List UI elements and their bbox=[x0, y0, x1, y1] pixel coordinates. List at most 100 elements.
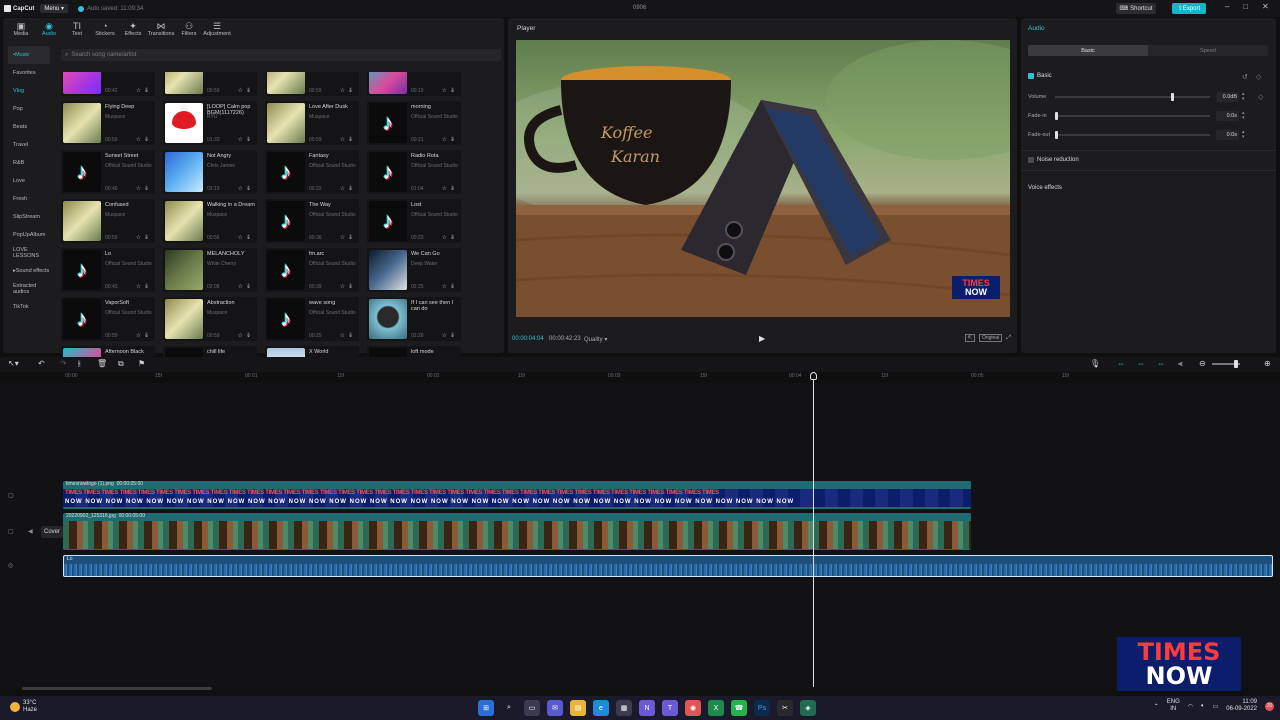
tool-text[interactable]: TI Text bbox=[64, 18, 90, 40]
keyframe-icon[interactable]: ◇ bbox=[1256, 73, 1261, 81]
zoom-in-icon[interactable]: ⊕ bbox=[1264, 359, 1271, 368]
favorite-icon[interactable]: ☆ bbox=[136, 284, 144, 290]
category-slipstream[interactable]: SlipStream bbox=[8, 208, 50, 226]
language-indicator[interactable]: ENG IN bbox=[1167, 699, 1180, 713]
shortcut-button[interactable]: ⌨ Shortcut bbox=[1116, 3, 1156, 14]
favorite-icon[interactable]: ☆ bbox=[340, 186, 348, 192]
download-icon[interactable]: ⇓ bbox=[144, 284, 152, 290]
whatsapp-icon[interactable]: ☎ bbox=[731, 700, 747, 716]
favorite-icon[interactable]: ☆ bbox=[136, 333, 144, 339]
fadein-stepper[interactable]: ▴ ▾ bbox=[1242, 111, 1245, 121]
export-button[interactable]: ⇪ Export bbox=[1172, 3, 1206, 14]
zoom-out-icon[interactable]: ⊖ bbox=[1199, 359, 1206, 368]
favorite-icon[interactable]: ☆ bbox=[442, 137, 450, 143]
play-button[interactable]: ▶ bbox=[759, 334, 765, 343]
photo-clip[interactable]: 20220902_125316.jpg 00:00:05:00 bbox=[63, 513, 971, 550]
download-icon[interactable]: ⇓ bbox=[246, 186, 254, 192]
video-preview[interactable]: Koffee Karan TIMES NOW bbox=[516, 40, 1010, 317]
crop-icon[interactable]: ⧉ bbox=[118, 359, 124, 369]
favorite-icon[interactable]: ☆ bbox=[442, 88, 450, 94]
track-lock-icon[interactable]: ▢ bbox=[8, 492, 14, 499]
tab-basic[interactable]: Basic bbox=[1028, 45, 1148, 56]
fullscreen-icon[interactable]: ⤢ bbox=[1006, 335, 1011, 342]
song-card[interactable]: MELANCHOLY White Cherry 02:08 ☆⇓ bbox=[163, 248, 257, 292]
favorite-icon[interactable]: ☆ bbox=[238, 284, 246, 290]
task-view-icon[interactable]: ▭ bbox=[524, 700, 540, 716]
voice-effects-section[interactable]: Voice effects bbox=[1028, 185, 1062, 191]
favorite-icon[interactable]: ☆ bbox=[340, 137, 348, 143]
edge-icon[interactable]: e bbox=[593, 700, 609, 716]
download-icon[interactable]: ⇓ bbox=[246, 333, 254, 339]
song-card[interactable]: ♪ morning Official Sound Studio 00:21 ☆⇓ bbox=[367, 101, 461, 145]
song-card[interactable]: ♪ fm.arc Official Sound Studio 00:39 ☆⇓ bbox=[265, 248, 359, 292]
link-main-track-icon[interactable]: ⇔ bbox=[1117, 359, 1125, 368]
track-mute-icon[interactable]: ◀︎ bbox=[28, 528, 33, 535]
microphone-icon[interactable]: 🎙︎ bbox=[1090, 359, 1100, 368]
song-card[interactable]: Walking in a Dream Muspace 00:56 ☆⇓ bbox=[163, 199, 257, 243]
tool-media[interactable]: ▣ Media bbox=[8, 18, 34, 40]
tool-adjustment[interactable]: ☰ Adjustment bbox=[203, 18, 231, 40]
category-beats[interactable]: Beats bbox=[8, 118, 50, 136]
wifi-icon[interactable]: ◠ bbox=[1188, 703, 1193, 710]
volume-slider[interactable] bbox=[1055, 93, 1210, 101]
weather-widget[interactable]: 33°C Haze bbox=[10, 700, 37, 714]
aspect-ratio-icon[interactable]: ⇱ bbox=[964, 334, 975, 342]
fadein-slider[interactable] bbox=[1055, 112, 1210, 120]
song-card[interactable]: 00:59 ☆⇓ bbox=[265, 72, 359, 96]
close-button[interactable]: ✕ bbox=[1262, 2, 1269, 11]
category-pop[interactable]: Pop bbox=[8, 100, 50, 118]
song-card[interactable]: Confused Muspace 00:59 ☆⇓ bbox=[61, 199, 155, 243]
download-icon[interactable]: ⇓ bbox=[246, 137, 254, 143]
undo-icon[interactable]: ↶ bbox=[38, 359, 45, 368]
song-card[interactable]: [LOOP] Calm pop BGM(1117226) RYU 01:33 ☆⇓ bbox=[163, 101, 257, 145]
original-ratio-button[interactable]: Original bbox=[978, 334, 1003, 342]
speaker-icon[interactable]: 🔈︎ bbox=[1201, 703, 1205, 710]
download-icon[interactable]: ⇓ bbox=[144, 333, 152, 339]
teams-icon[interactable]: T bbox=[662, 700, 678, 716]
zoom-slider-knob[interactable] bbox=[1234, 360, 1238, 368]
delete-icon[interactable]: 🗑︎ bbox=[97, 359, 107, 368]
volume-stepper[interactable]: ▴ ▾ bbox=[1242, 92, 1245, 102]
download-icon[interactable]: ⇓ bbox=[450, 235, 458, 241]
minimize-button[interactable]: – bbox=[1225, 2, 1229, 11]
download-icon[interactable]: ⇓ bbox=[348, 88, 356, 94]
windows-start-icon[interactable]: ⊞ bbox=[478, 700, 494, 716]
download-icon[interactable]: ⇓ bbox=[348, 284, 356, 290]
download-icon[interactable]: ⇓ bbox=[144, 137, 152, 143]
favorite-icon[interactable]: ☆ bbox=[238, 235, 246, 241]
download-icon[interactable]: ⇓ bbox=[450, 88, 458, 94]
audio-clip[interactable]: Lo bbox=[63, 555, 1273, 577]
timeline-ruler[interactable]: 00:00 15f 00:01 15f 00:02 15f 00:03 15f … bbox=[60, 372, 1280, 382]
category-love-lessons[interactable]: LOVE LESSONS bbox=[8, 244, 50, 262]
link-preview-axis-icon[interactable]: ⇔ bbox=[1137, 359, 1145, 368]
tool-effects[interactable]: ✦ Effects bbox=[120, 18, 146, 40]
song-card[interactable]: ♪ The Way Official Sound Studio 00:36 ☆⇓ bbox=[265, 199, 359, 243]
clock[interactable]: 11:09 06-09-2022 bbox=[1226, 699, 1257, 713]
logo-overlay-clip[interactable]: timesnowlogo (1).png 00:00:05:00 TIMES T… bbox=[63, 481, 971, 509]
song-card[interactable]: We Can Go Deep Water 02:25 ☆⇓ bbox=[367, 248, 461, 292]
favorite-icon[interactable]: ☆ bbox=[238, 137, 246, 143]
chrome-icon[interactable]: ◉ bbox=[685, 700, 701, 716]
song-card[interactable]: 00:19 ☆⇓ bbox=[367, 72, 461, 96]
tool-audio[interactable]: ◉ Audio bbox=[36, 18, 62, 40]
download-icon[interactable]: ⇓ bbox=[246, 235, 254, 241]
song-card[interactable]: ♪ Radio Rota Official Sound Studio 01:04 ☆⇓ bbox=[367, 150, 461, 194]
favorite-icon[interactable]: ☆ bbox=[340, 235, 348, 241]
favorite-icon[interactable]: ☆ bbox=[136, 186, 144, 192]
song-card[interactable]: Flying Deep Muspace 00:59 ☆⇓ bbox=[61, 101, 155, 145]
playhead[interactable] bbox=[810, 372, 817, 687]
song-card[interactable]: 00:59 ☆⇓ bbox=[163, 72, 257, 96]
download-icon[interactable]: ⇓ bbox=[348, 186, 356, 192]
volume-value[interactable]: 0.0dB bbox=[1216, 92, 1239, 102]
download-icon[interactable]: ⇓ bbox=[144, 186, 152, 192]
category-music[interactable]: • Music bbox=[8, 46, 50, 64]
download-icon[interactable]: ⇓ bbox=[144, 235, 152, 241]
download-icon[interactable]: ⇓ bbox=[450, 186, 458, 192]
category-travel[interactable]: Travel bbox=[8, 136, 50, 154]
favorite-icon[interactable]: ☆ bbox=[442, 333, 450, 339]
category-love[interactable]: Love bbox=[8, 172, 50, 190]
category-popupalbum[interactable]: PopUpAlbum bbox=[8, 226, 50, 244]
photoshop-icon[interactable]: Ps bbox=[754, 700, 770, 716]
quality-dropdown[interactable]: Quality ▾ bbox=[584, 336, 607, 343]
marker-icon[interactable]: ⚑ bbox=[138, 359, 145, 368]
